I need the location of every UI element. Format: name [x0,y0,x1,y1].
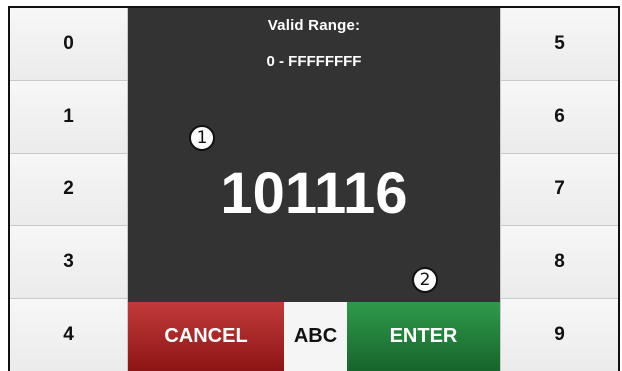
key-9[interactable]: 9 [500,299,618,371]
key-8[interactable]: 8 [500,226,618,300]
callout-2: 2 [412,267,438,293]
keypad-panel: 0 1 2 3 4 Valid Range: 0 - FFFFFFFF 1 10… [8,6,620,371]
value-display: Valid Range: 0 - FFFFFFFF 1 101116 2 [128,8,500,302]
key-7[interactable]: 7 [500,153,618,227]
keypad-right-column: 5 6 7 8 9 [500,8,618,371]
callout-1: 1 [189,125,215,151]
key-6[interactable]: 6 [500,80,618,154]
enter-button[interactable]: ENTER [347,302,500,371]
entered-value: 101116 [220,161,408,226]
key-2[interactable]: 2 [10,153,128,227]
abc-button[interactable]: ABC [284,302,347,371]
key-0[interactable]: 0 [10,8,128,81]
key-3[interactable]: 3 [10,226,128,300]
keypad-left-column: 0 1 2 3 4 [10,8,128,371]
action-bar: CANCEL ABC ENTER [128,302,500,371]
key-4[interactable]: 4 [10,299,128,371]
key-1[interactable]: 1 [10,80,128,154]
cancel-button[interactable]: CANCEL [128,302,284,371]
key-5[interactable]: 5 [500,8,618,81]
valid-range-label: Valid Range: [267,17,361,34]
valid-range-value: 0 - FFFFFFFF [266,53,362,70]
